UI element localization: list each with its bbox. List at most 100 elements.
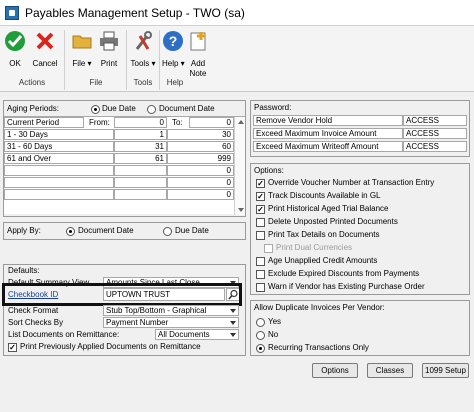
aging-to-cell[interactable]: 30 xyxy=(167,129,234,140)
document-date-label: Document Date xyxy=(159,104,215,113)
cancel-button[interactable]: Cancel xyxy=(30,30,60,74)
aging-from-cell[interactable] xyxy=(114,165,167,176)
remittance-select[interactable]: All Documents xyxy=(155,329,239,340)
aging-to-cell[interactable]: 999 xyxy=(167,153,234,164)
option-checkbox[interactable]: ✓ xyxy=(256,179,265,188)
print-button[interactable]: Print xyxy=(97,30,121,74)
option-label: Exclude Expired Discounts from Payments xyxy=(268,269,420,278)
tools-icon xyxy=(135,31,152,50)
file-group-label: File xyxy=(89,78,103,87)
option-label: Print Dual Currencies xyxy=(276,243,353,252)
aging-from-cell[interactable]: 1 xyxy=(114,129,167,140)
print-previous-label: Print Previously Applied Documents on Re… xyxy=(20,342,201,351)
tools-button[interactable]: Tools ▾ xyxy=(129,30,157,74)
divider xyxy=(126,30,127,90)
print-previous-checkbox[interactable]: ✓ xyxy=(8,343,17,352)
duplicate-no-radio[interactable] xyxy=(256,331,265,340)
options-button[interactable]: Options xyxy=(312,363,358,378)
duplicate-invoices-panel: Allow Duplicate Invoices Per Vendor: Yes… xyxy=(250,300,470,356)
option-checkbox[interactable] xyxy=(256,283,265,292)
password-input[interactable]: ACCESS xyxy=(403,115,467,126)
help-button[interactable]: ? Help ▾ xyxy=(162,30,185,74)
apply-by-label: Apply By: xyxy=(7,226,41,235)
remittance-value: All Documents xyxy=(158,330,210,339)
tools-group-label: Tools xyxy=(133,78,153,87)
aging-to-cell[interactable]: 0 xyxy=(167,177,234,188)
aging-name-cell[interactable]: 1 - 30 Days xyxy=(4,129,114,140)
aging-periods-label: Aging Periods: xyxy=(7,104,60,113)
app-icon xyxy=(5,6,19,20)
help-group-label: Help xyxy=(166,78,184,87)
aging-name-cell[interactable]: 31 - 60 Days xyxy=(4,141,114,152)
sort-checks-select[interactable]: Payment Number xyxy=(103,317,239,328)
file-button[interactable]: File ▾ xyxy=(70,30,94,74)
setup-1099-button[interactable]: 1099 Setup xyxy=(422,363,469,378)
help-label: Help ▾ xyxy=(162,59,185,68)
print-label: Print xyxy=(100,59,118,68)
option-checkbox[interactable] xyxy=(256,218,265,227)
svg-text:?: ? xyxy=(169,33,178,49)
password-row-label: Remove Vendor Hold xyxy=(253,115,403,126)
chevron-down-icon xyxy=(230,333,236,337)
classes-button[interactable]: Classes xyxy=(367,363,413,378)
cancel-label: Cancel xyxy=(32,59,58,68)
note-icon xyxy=(190,32,206,51)
password-label: Password: xyxy=(254,103,292,112)
check-format-select[interactable]: Stub Top/Bottom - Graphical xyxy=(103,305,239,316)
add-note-label-1: Add xyxy=(190,59,206,68)
option-checkbox[interactable]: ✓ xyxy=(256,205,265,214)
to-header: To: xyxy=(172,118,183,127)
ribbon-toolbar: OK Cancel Actions File ▾ Print File Tool… xyxy=(0,26,474,92)
tools-label: Tools ▾ xyxy=(130,59,156,68)
sort-checks-label: Sort Checks By xyxy=(8,318,64,327)
option-checkbox[interactable] xyxy=(256,270,265,279)
aging-from-cell[interactable]: 0 xyxy=(114,117,167,128)
apply-document-date-radio[interactable] xyxy=(66,227,75,236)
scroll-up-icon[interactable] xyxy=(238,120,244,124)
option-label: Track Discounts Available in GL xyxy=(268,191,381,200)
scroll-down-icon[interactable] xyxy=(238,208,244,212)
ok-button[interactable]: OK xyxy=(2,30,28,74)
aging-from-cell[interactable]: 61 xyxy=(114,153,167,164)
password-input[interactable]: ACCESS xyxy=(403,128,467,139)
from-header: From: xyxy=(89,118,110,127)
due-date-radio[interactable] xyxy=(91,105,100,114)
help-icon: ? xyxy=(163,31,183,51)
defaults-label: Defaults: xyxy=(8,266,40,275)
aging-from-cell[interactable] xyxy=(114,189,167,200)
add-note-button[interactable]: Add Note xyxy=(186,30,210,78)
printer-icon xyxy=(100,31,118,51)
document-date-radio[interactable] xyxy=(147,105,156,114)
aging-from-cell[interactable] xyxy=(114,177,167,188)
folder-icon xyxy=(72,35,92,49)
add-note-label-2: Note xyxy=(189,69,207,78)
option-label: Delete Unposted Printed Documents xyxy=(268,217,398,226)
aging-to-cell[interactable]: 60 xyxy=(167,141,234,152)
sort-checks-value: Payment Number xyxy=(106,318,169,327)
option-checkbox-disabled xyxy=(264,244,273,253)
option-checkbox[interactable]: ✓ xyxy=(256,192,265,201)
aging-from-cell[interactable]: 31 xyxy=(114,141,167,152)
option-checkbox[interactable] xyxy=(256,257,265,266)
aging-name-cell[interactable] xyxy=(4,177,114,188)
due-date-label: Due Date xyxy=(102,104,136,113)
aging-scrollbar[interactable] xyxy=(234,117,245,215)
password-input[interactable]: ACCESS xyxy=(403,141,467,152)
divider xyxy=(64,30,65,90)
aging-name-cell[interactable]: Current Period xyxy=(4,117,84,128)
aging-name-cell[interactable]: 61 and Over xyxy=(4,153,114,164)
remittance-label: List Documents on Remittance: xyxy=(8,330,120,339)
aging-name-cell[interactable] xyxy=(4,189,114,200)
password-panel: Password: Remove Vendor Hold ACCESS Exce… xyxy=(250,100,470,157)
option-checkbox[interactable] xyxy=(256,231,265,240)
apply-due-date-radio[interactable] xyxy=(163,227,172,236)
aging-to-cell[interactable]: 0 xyxy=(167,165,234,176)
duplicate-yes-radio[interactable] xyxy=(256,318,265,327)
duplicate-yes-label: Yes xyxy=(268,317,282,326)
duplicate-recurring-radio[interactable] xyxy=(256,344,265,353)
aging-to-cell[interactable]: 0 xyxy=(189,117,234,128)
aging-to-cell[interactable]: 0 xyxy=(167,189,234,200)
checkmark-icon xyxy=(5,31,25,51)
aging-name-cell[interactable] xyxy=(4,165,114,176)
check-format-label: Check Format xyxy=(8,306,59,315)
